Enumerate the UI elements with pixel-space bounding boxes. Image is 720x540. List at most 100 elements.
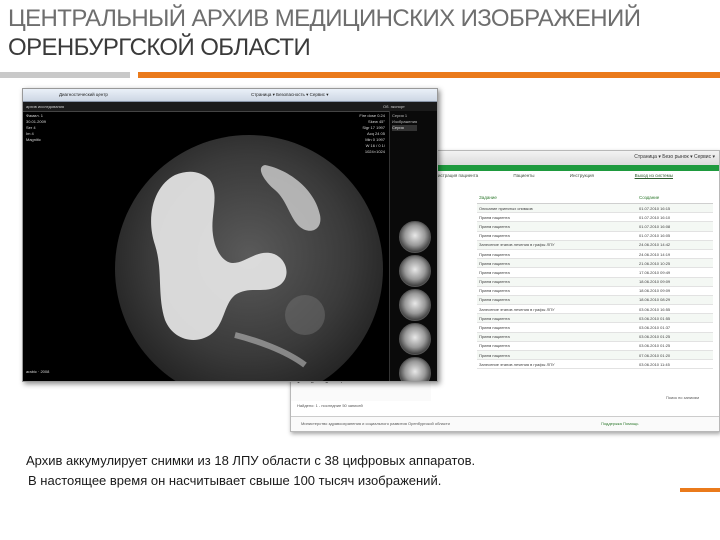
task-cell: Прием пациента xyxy=(479,223,510,229)
table-row[interactable]: Прием пациента 03.06.2010 01:55 xyxy=(477,314,713,324)
viewer-app-bar: архив исследования Об. экспорт xyxy=(23,102,437,112)
created-cell: 03.06.2010 01:37 xyxy=(639,325,671,331)
task-cell: Прием пациента xyxy=(479,297,510,303)
logout-link[interactable]: Выход из системы xyxy=(635,173,673,178)
table-row[interactable]: Прием пациента 24.06.2010 14:19 xyxy=(477,250,713,260)
xray-image[interactable] xyxy=(115,135,383,381)
table-row[interactable]: Прием пациента 07.06.2010 01:20 xyxy=(477,351,713,361)
table-row[interactable]: Прием пациента 03.06.2010 01:25 xyxy=(477,332,713,342)
viewer-app-menu[interactable]: архив исследования xyxy=(26,104,64,109)
created-cell: 03.06.2010 01:55 xyxy=(639,315,671,321)
task-cell: Прием пациента xyxy=(479,334,510,340)
slide-caption: Архив аккумулирует снимки из 18 ЛПУ обла… xyxy=(26,451,586,491)
viewer-window: Диагностический центр Страница ▾ Безопас… xyxy=(22,88,438,382)
ris-footer: Министерство здравоохранения и социально… xyxy=(291,416,719,431)
thumbnail-image[interactable] xyxy=(399,323,431,355)
created-cell: 01.07.2010 16:15 xyxy=(639,205,671,211)
task-table-body: Описание принятых снимков 01.07.2010 16:1… xyxy=(477,204,713,370)
task-cell: Прием пациента xyxy=(479,343,510,349)
task-cell: Прием пациента xyxy=(479,279,510,285)
created-cell: 01.07.2010 16:08 xyxy=(639,223,671,229)
nav-register-patient[interactable]: Регистрация пациента xyxy=(431,173,478,178)
created-cell: 01.07.2010 16:10 xyxy=(639,214,671,220)
viewer-browser-toolbar: Диагностический центр Страница ▾ Безопас… xyxy=(23,89,437,102)
created-cell: 03.06.2010 01:25 xyxy=(639,334,671,340)
footer-support-link[interactable]: Поддержка Помощь xyxy=(601,421,638,426)
accent-bar xyxy=(680,488,720,492)
overlay-line: Magnitic xyxy=(26,137,41,142)
task-cell: Прием пациента xyxy=(479,269,510,275)
task-cell: Занесение этапов лечения в графы ЛПУ xyxy=(479,361,555,367)
viewer-export-button[interactable]: Об. экспорт xyxy=(383,104,405,109)
title-rule-orange xyxy=(138,72,720,78)
created-cell: 17.06.2010 09:49 xyxy=(639,269,671,275)
thumbnail-strip: Серия 1 Изображения Серия xyxy=(389,111,437,381)
series-node-selected[interactable]: Серия xyxy=(392,125,418,131)
ris-nav: Регистрация пациента Пациенты Инструкция… xyxy=(431,173,711,183)
slide-title: ЦЕНТРАЛЬНЫЙ АРХИВ МЕДИЦИНСКИХ ИЗОБРАЖЕНИ… xyxy=(8,4,718,62)
task-cell: Занесение этапов лечения в графы ЛПУ xyxy=(479,306,555,312)
created-cell: 18.06.2010 09:09 xyxy=(639,279,671,285)
created-cell: 21.06.2010 10:25 xyxy=(639,260,671,266)
column-header-task[interactable]: Задание xyxy=(477,195,639,203)
overlay-study-info: Fire dose 0.24 Skew 45° Sigr 17 1997 Acq… xyxy=(315,113,385,155)
ris-browser-tools[interactable]: Страница ▾ Безо рынок ▾ Сервис ▾ xyxy=(634,154,715,160)
search-label: Поиск по записям xyxy=(665,395,699,400)
task-table-header: Задание Создание xyxy=(477,195,713,204)
task-table: Задание Создание Описание принятых снимк… xyxy=(477,195,713,370)
nav-instructions[interactable]: Инструкция xyxy=(570,173,594,178)
table-row[interactable]: Прием пациента 01.07.2010 16:08 xyxy=(477,222,713,232)
series-tree: Серия 1 Изображения Серия xyxy=(392,113,418,131)
created-cell: 01.07.2010 16:05 xyxy=(639,233,671,239)
created-cell: 03.06.2010 16:55 xyxy=(639,306,671,312)
created-cell: 03.06.2010 11:45 xyxy=(639,361,670,367)
table-row[interactable]: Прием пациента 18.06.2010 08:29 xyxy=(477,295,713,306)
table-row[interactable]: Описание принятых снимков 01.07.2010 16:1… xyxy=(477,204,713,214)
table-row[interactable]: Прием пациента 01.07.2010 16:10 xyxy=(477,213,713,223)
created-cell: 24.06.2010 14:42 xyxy=(639,242,671,248)
thumbnail-image[interactable] xyxy=(399,221,431,253)
task-cell: Прием пациента xyxy=(479,233,510,239)
table-row[interactable]: Занесение этапов лечения в графы ЛПУ 24.0… xyxy=(477,240,713,250)
created-cell: 18.06.2010 08:29 xyxy=(639,297,671,303)
task-cell: Прием пациента xyxy=(479,260,510,266)
created-cell: 07.06.2010 01:20 xyxy=(639,352,671,358)
created-cell: 18.06.2010 09:09 xyxy=(639,288,671,294)
title-rule-gray xyxy=(0,72,130,78)
table-row[interactable]: Прием пациента 18.06.2010 09:09 xyxy=(477,277,713,287)
table-row[interactable]: Занесение этапов лечения в графы ЛПУ 03.0… xyxy=(477,305,713,315)
task-cell: Занесение этапов лечения в графы ЛПУ xyxy=(479,242,555,248)
thumbnail-image[interactable] xyxy=(399,255,431,287)
task-cell: Прием пациента xyxy=(479,251,510,257)
table-row[interactable]: Прием пациента 17.06.2010 09:49 xyxy=(477,268,713,278)
table-row[interactable]: Прием пациента 03.06.2010 01:25 xyxy=(477,342,713,351)
overlay-patient-info: Фамил. 1 30.01.2009 Ser 4 Im 4 Magnitic xyxy=(26,113,46,143)
created-cell: 03.06.2010 01:25 xyxy=(639,343,671,349)
task-cell: Описание принятых снимков xyxy=(479,205,533,211)
overlay-footer: arabic · 2008 xyxy=(26,369,50,374)
xray-contrast-shape xyxy=(151,165,325,368)
table-row[interactable]: Прием пациента 03.06.2010 01:37 xyxy=(477,323,713,333)
created-cell: 24.06.2010 14:19 xyxy=(639,251,671,257)
table-row[interactable]: Прием пациента 21.06.2010 10:25 xyxy=(477,259,713,269)
task-cell: Прием пациента xyxy=(479,325,510,331)
footer-ministry: Министерство здравоохранения и социально… xyxy=(301,421,450,426)
task-cell: Прием пациента xyxy=(479,288,510,294)
thumbnail-image[interactable] xyxy=(399,289,431,321)
task-cell: Прием пациента xyxy=(479,315,510,321)
task-cell: Прием пациента xyxy=(479,352,510,358)
slide-title-line1: ЦЕНТРАЛЬНЫЙ АРХИВ МЕДИЦИНСКИХ ИЗОБРАЖЕНИ… xyxy=(8,5,641,32)
table-row[interactable]: Прием пациента 18.06.2010 09:09 xyxy=(477,287,713,296)
thumbnail-image[interactable] xyxy=(399,357,431,381)
viewer-browser-tools[interactable]: Страница ▾ Безопасность ▾ Сервис ▾ xyxy=(251,92,329,98)
nav-patients[interactable]: Пациенты xyxy=(513,173,534,178)
selection-note: Найдено: 1 - последние 50 записей xyxy=(297,403,363,408)
caption-line2: В настоящее время он насчитывает свыше 1… xyxy=(28,473,442,488)
table-row[interactable]: Прием пациента 01.07.2010 16:05 xyxy=(477,232,713,241)
caption-line1: Архив аккумулирует снимки из 18 ЛПУ обла… xyxy=(26,453,476,468)
column-header-created[interactable]: Создание xyxy=(639,195,709,203)
browser-tab[interactable]: Диагностический центр xyxy=(59,92,108,97)
overlay-line: 1024×1024 xyxy=(364,149,385,154)
table-row[interactable]: Занесение этапов лечения в графы ЛПУ 03.0… xyxy=(477,360,713,370)
task-cell: Прием пациента xyxy=(479,214,510,220)
